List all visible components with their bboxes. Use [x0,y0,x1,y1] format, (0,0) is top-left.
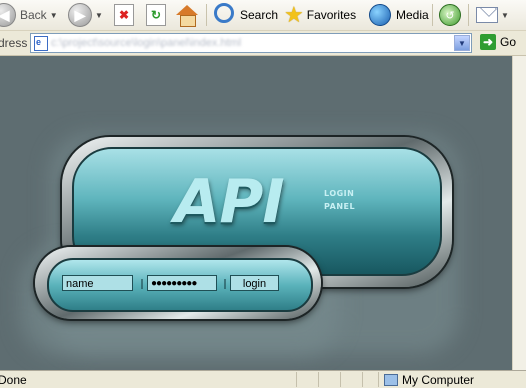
status-text: Done [0,373,27,387]
page-icon: e [34,36,48,51]
field-divider [224,279,226,289]
home-icon [176,5,198,15]
stop-button[interactable]: ✖ [114,0,134,30]
zone-indicator: My Computer [384,373,474,387]
mail-icon-flap [477,8,497,17]
browser-toolbar: ◀ Back ▼ ▶ ▼ ✖ ↻ Search ★ Favorites Medi… [0,0,526,31]
status-bar: Done My Computer [0,370,526,388]
home-button[interactable] [176,0,198,30]
mail-icon [476,7,498,23]
chevron-down-icon[interactable]: ▼ [454,35,470,51]
login-button[interactable]: login [230,275,279,291]
computer-icon [384,374,398,386]
go-arrow-icon: ➜ [480,34,496,50]
logo-subtitle-line2: PANEL [324,202,356,211]
chevron-down-icon[interactable]: ▼ [95,11,103,20]
login-panel: name ●●●●●●●●● login [47,258,313,312]
api-logo: API [174,167,285,237]
status-divider [318,372,319,387]
go-button[interactable]: ➜ Go [480,34,516,50]
favorites-button[interactable]: ★ Favorites [284,0,356,30]
address-input[interactable]: e c:\project\source\login\panel\index.ht… [30,33,472,53]
home-icon-body [180,15,196,27]
toolbar-divider [468,4,469,26]
back-arrow-icon: ◀ [0,3,16,27]
search-button[interactable]: Search [214,0,278,30]
search-label: Search [240,8,279,22]
username-field[interactable]: name [62,275,133,291]
forward-button[interactable]: ▶ ▼ [68,0,103,30]
status-divider [340,372,341,387]
search-icon [214,3,234,23]
go-label: Go [500,35,517,49]
globe-icon [369,4,391,26]
chevron-down-icon[interactable]: ▼ [50,11,58,20]
field-divider [141,279,143,289]
status-divider [362,372,363,387]
password-field[interactable]: ●●●●●●●●● [147,275,217,291]
logo-subtitle-line1: LOGIN [324,189,355,198]
mail-button[interactable]: ▼ [476,0,509,30]
status-divider [378,372,379,387]
address-bar: dress e c:\project\source\login\panel\in… [0,31,526,56]
toolbar-divider [206,4,207,26]
stop-icon: ✖ [114,4,134,26]
toolbar-divider [432,4,433,26]
refresh-icon: ↻ [146,4,166,26]
back-button[interactable]: ◀ Back ▼ [0,0,58,30]
scrollbar[interactable] [512,56,526,370]
history-button[interactable]: ↺ [439,0,461,30]
refresh-button[interactable]: ↻ [146,0,166,30]
address-url: c:\project\source\login\panel\index.html [51,37,242,49]
address-label: dress [0,36,28,50]
star-icon: ★ [284,2,304,27]
favorites-label: Favorites [306,8,357,22]
zone-text: My Computer [402,373,475,387]
logo-subtitle: LOGIN PANEL [324,187,355,213]
history-icon: ↺ [439,4,461,26]
forward-arrow-icon: ▶ [68,3,92,27]
back-label: Back [20,8,47,22]
media-label: Media [396,8,429,22]
chevron-down-icon[interactable]: ▼ [501,11,509,20]
media-button[interactable]: Media [369,0,429,30]
status-divider [296,372,297,387]
